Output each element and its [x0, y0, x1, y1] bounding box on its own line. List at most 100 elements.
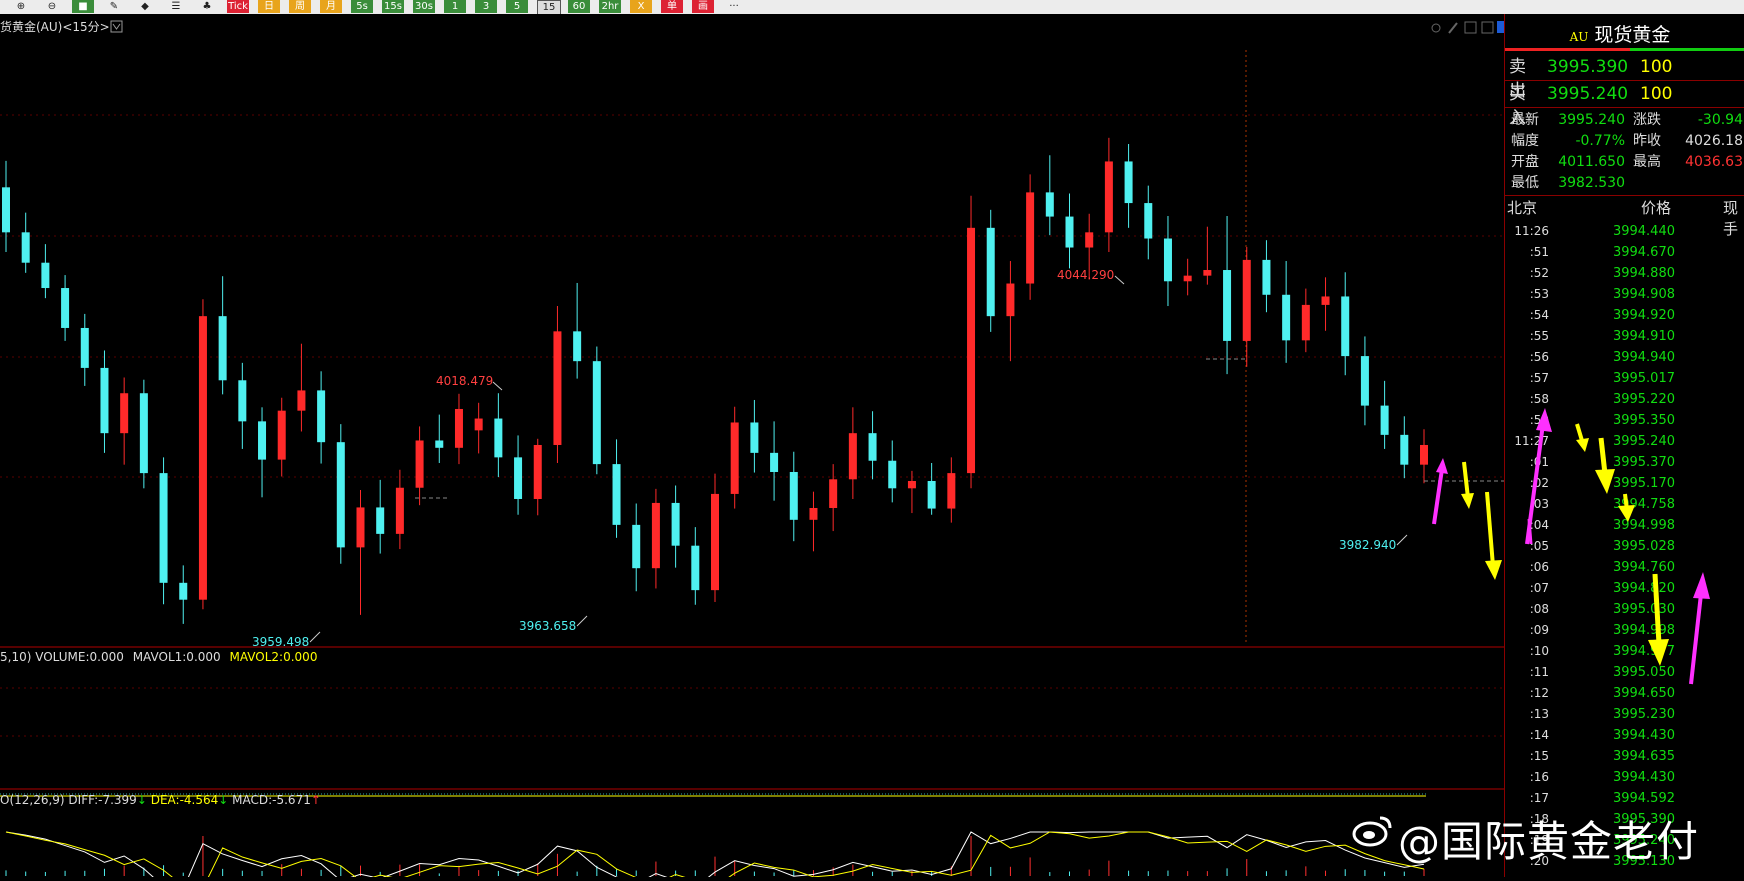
toolbar-button[interactable]: ♣: [196, 0, 218, 13]
buy-price: 3995.240: [1547, 84, 1629, 104]
toolbar-button[interactable]: 15s: [382, 0, 404, 13]
toolbar-button[interactable]: 画: [692, 0, 714, 13]
candle-body: [454, 408, 463, 448]
eye-icon[interactable]: [1431, 23, 1441, 33]
tick-time: :15: [1529, 749, 1549, 763]
candle-body: [1163, 238, 1172, 282]
toolbar-button[interactable]: 5s: [351, 0, 373, 13]
tick-price: 3995.017: [1612, 371, 1675, 386]
candle-body: [573, 331, 582, 362]
candle-body: [80, 327, 89, 368]
toolbar-button[interactable]: X: [630, 0, 652, 13]
kline-svg[interactable]: 货黄金(AU)<15分> 4018.479 4044.290 3959.498: [0, 14, 1504, 881]
candle-body: [592, 361, 601, 465]
candle-body: [198, 316, 207, 600]
svg-text:3963.658: 3963.658: [519, 619, 576, 633]
instrument-name: 现货黄金: [1594, 24, 1671, 46]
tick-price: 3994.880: [1612, 266, 1675, 281]
toolbar-button[interactable]: ■: [72, 0, 94, 13]
toolbar-button[interactable]: 15: [537, 0, 561, 14]
candle-body: [179, 582, 188, 600]
tick-price: 3994.635: [1612, 749, 1675, 764]
toolbar-button[interactable]: 3: [475, 0, 497, 13]
toolbar-button[interactable]: 月: [320, 0, 342, 13]
sell-price: 3995.390: [1547, 57, 1629, 77]
toolbar-button[interactable]: 5: [506, 0, 528, 13]
candle-body: [671, 502, 680, 546]
toolbar-button[interactable]: 单: [661, 0, 683, 13]
volume-label: 5,10) VOLUME:0.000 MAVOL1:0.000 MAVOL2:0…: [0, 650, 317, 664]
candle-body: [1301, 304, 1310, 341]
stat-label: 昨收: [1633, 133, 1661, 149]
period-dropdown-icon[interactable]: [110, 20, 123, 33]
window-icon[interactable]: [1481, 21, 1494, 34]
candle-body: [1065, 216, 1074, 248]
tick-price: 3994.670: [1612, 245, 1675, 260]
candle-body: [1203, 270, 1212, 276]
candle-body: [435, 440, 444, 448]
svg-text:4018.479: 4018.479: [436, 374, 493, 388]
toolbar-button[interactable]: ⊕: [10, 0, 32, 13]
stat-label: 开盘: [1511, 154, 1539, 170]
tick-price: 3994.940: [1612, 350, 1675, 365]
toolbar-button[interactable]: 1: [444, 0, 466, 13]
chart-title: 货黄金(AU)<15分>: [0, 19, 110, 34]
candle-body: [514, 457, 523, 499]
toolbar-button[interactable]: ✎: [103, 0, 125, 13]
toolbar-button[interactable]: 2hr: [599, 0, 621, 13]
stat-value: 4036.63: [1685, 154, 1743, 170]
candle-body: [868, 433, 877, 461]
candle-body: [553, 331, 562, 445]
candle-body: [1282, 294, 1291, 341]
stat-label: 涨跌: [1633, 112, 1661, 128]
candle-body: [159, 473, 168, 583]
stat-value: -30.94: [1697, 112, 1743, 128]
candle-body: [986, 227, 995, 317]
candle-body: [376, 507, 385, 534]
toolbar-button[interactable]: ⊖: [41, 0, 63, 13]
candlestick-series: [2, 137, 1428, 624]
candle-body: [691, 545, 700, 591]
stat-value: -0.77%: [1575, 133, 1625, 149]
candle-body: [1183, 275, 1192, 282]
toolbar-button[interactable]: 60: [568, 0, 590, 13]
stat-label: 最新: [1511, 112, 1539, 128]
stat-label: 最高: [1633, 154, 1661, 170]
candle-body: [848, 433, 857, 480]
toolbar-button[interactable]: ···: [723, 0, 745, 13]
high-annotation: 4018.479: [436, 374, 503, 391]
toolbar-button[interactable]: 日: [258, 0, 280, 13]
candle-body: [258, 421, 267, 460]
tick-price: 3994.910: [1612, 329, 1675, 344]
candle-body: [1026, 192, 1035, 284]
macd-label: O(12,26,9) DIFF:-7.399↓ DEA:-4.564↓ MACD…: [0, 793, 321, 807]
candle-body: [317, 390, 326, 443]
toolbar-button[interactable]: ☰: [165, 0, 187, 13]
svg-text:4044.290: 4044.290: [1057, 268, 1114, 282]
toolbar-button[interactable]: Tick: [227, 0, 249, 13]
candle-body: [947, 473, 956, 509]
kline-chart-area[interactable]: 货黄金(AU)<15分> 4018.479 4044.290 3959.498: [0, 14, 1504, 881]
low-annotation: 3959.498: [252, 631, 321, 649]
candle-body: [533, 444, 542, 499]
candle-body: [277, 410, 286, 460]
toolbar-button[interactable]: 30s: [413, 0, 435, 13]
toolbar-button[interactable]: ◆: [134, 0, 156, 13]
candle-body: [494, 418, 503, 458]
candle-body: [1006, 283, 1015, 317]
candle-body: [632, 524, 641, 569]
tick-price: 3994.430: [1612, 770, 1675, 785]
candle-body: [139, 393, 148, 474]
candle-body: [1341, 296, 1350, 357]
candle-body: [336, 442, 345, 548]
candle-body: [1420, 444, 1428, 465]
sell-pressure-bar: [1505, 48, 1630, 51]
chart-controls[interactable]: [1431, 21, 1504, 34]
tick-time: :55: [1529, 329, 1549, 343]
candle-body: [21, 232, 30, 263]
panel-toggle-icon[interactable]: [1497, 21, 1504, 33]
candle-body: [100, 367, 109, 434]
toolbar-button[interactable]: 周: [289, 0, 311, 13]
pencil-icon[interactable]: [1448, 22, 1458, 34]
layout-icon[interactable]: [1464, 21, 1477, 34]
